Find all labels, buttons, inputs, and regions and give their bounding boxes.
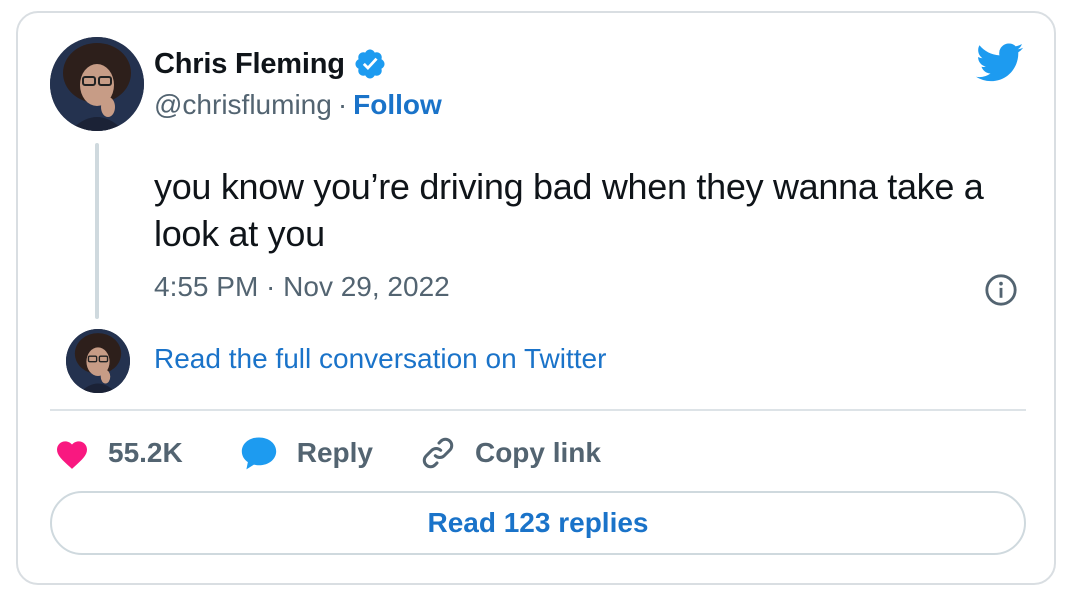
tweet-timestamp[interactable]: 4:55 PM · Nov 29, 2022: [154, 271, 450, 303]
heart-icon: [57, 441, 87, 469]
like-count: 55.2K: [108, 437, 183, 468]
tweet-embed-card: Chris Fleming @chrisfluming · Follow you…: [16, 11, 1056, 585]
reply-button[interactable]: Reply: [239, 435, 373, 471]
info-icon[interactable]: [984, 273, 1018, 307]
author-handle-row: @chrisfluming · Follow: [154, 89, 442, 121]
reply-bubble-icon: [241, 437, 276, 470]
copy-link-label: Copy link: [474, 437, 601, 468]
author-name-row[interactable]: Chris Fleming: [154, 47, 387, 81]
like-button[interactable]: 55.2K: [54, 436, 183, 470]
twitter-bird-icon[interactable]: [976, 43, 1024, 83]
author-handle[interactable]: @chrisfluming: [154, 89, 332, 121]
tweet-text: you know you’re driving bad when they wa…: [154, 166, 984, 254]
verified-badge-icon: [353, 47, 387, 81]
read-replies-button[interactable]: Read 123 replies: [50, 491, 1026, 555]
read-replies-label: Read 123 replies: [427, 507, 649, 538]
reply-label: Reply: [296, 437, 373, 468]
follow-link[interactable]: Follow: [353, 89, 442, 121]
link-icon: [422, 437, 454, 469]
divider: [50, 409, 1026, 411]
read-conversation-link[interactable]: Read the full conversation on Twitter: [154, 343, 606, 375]
handle-separator: ·: [337, 89, 348, 120]
author-display-name[interactable]: Chris Fleming: [154, 48, 345, 81]
thread-line: [95, 143, 99, 319]
conversation-avatar: [66, 329, 130, 393]
author-avatar[interactable]: [50, 37, 144, 131]
tweet-actions: 55.2K Reply Copy link: [54, 431, 601, 475]
avatar-image: [50, 37, 144, 131]
avatar-image: [66, 329, 130, 393]
copy-link-button[interactable]: Copy link: [419, 434, 601, 472]
